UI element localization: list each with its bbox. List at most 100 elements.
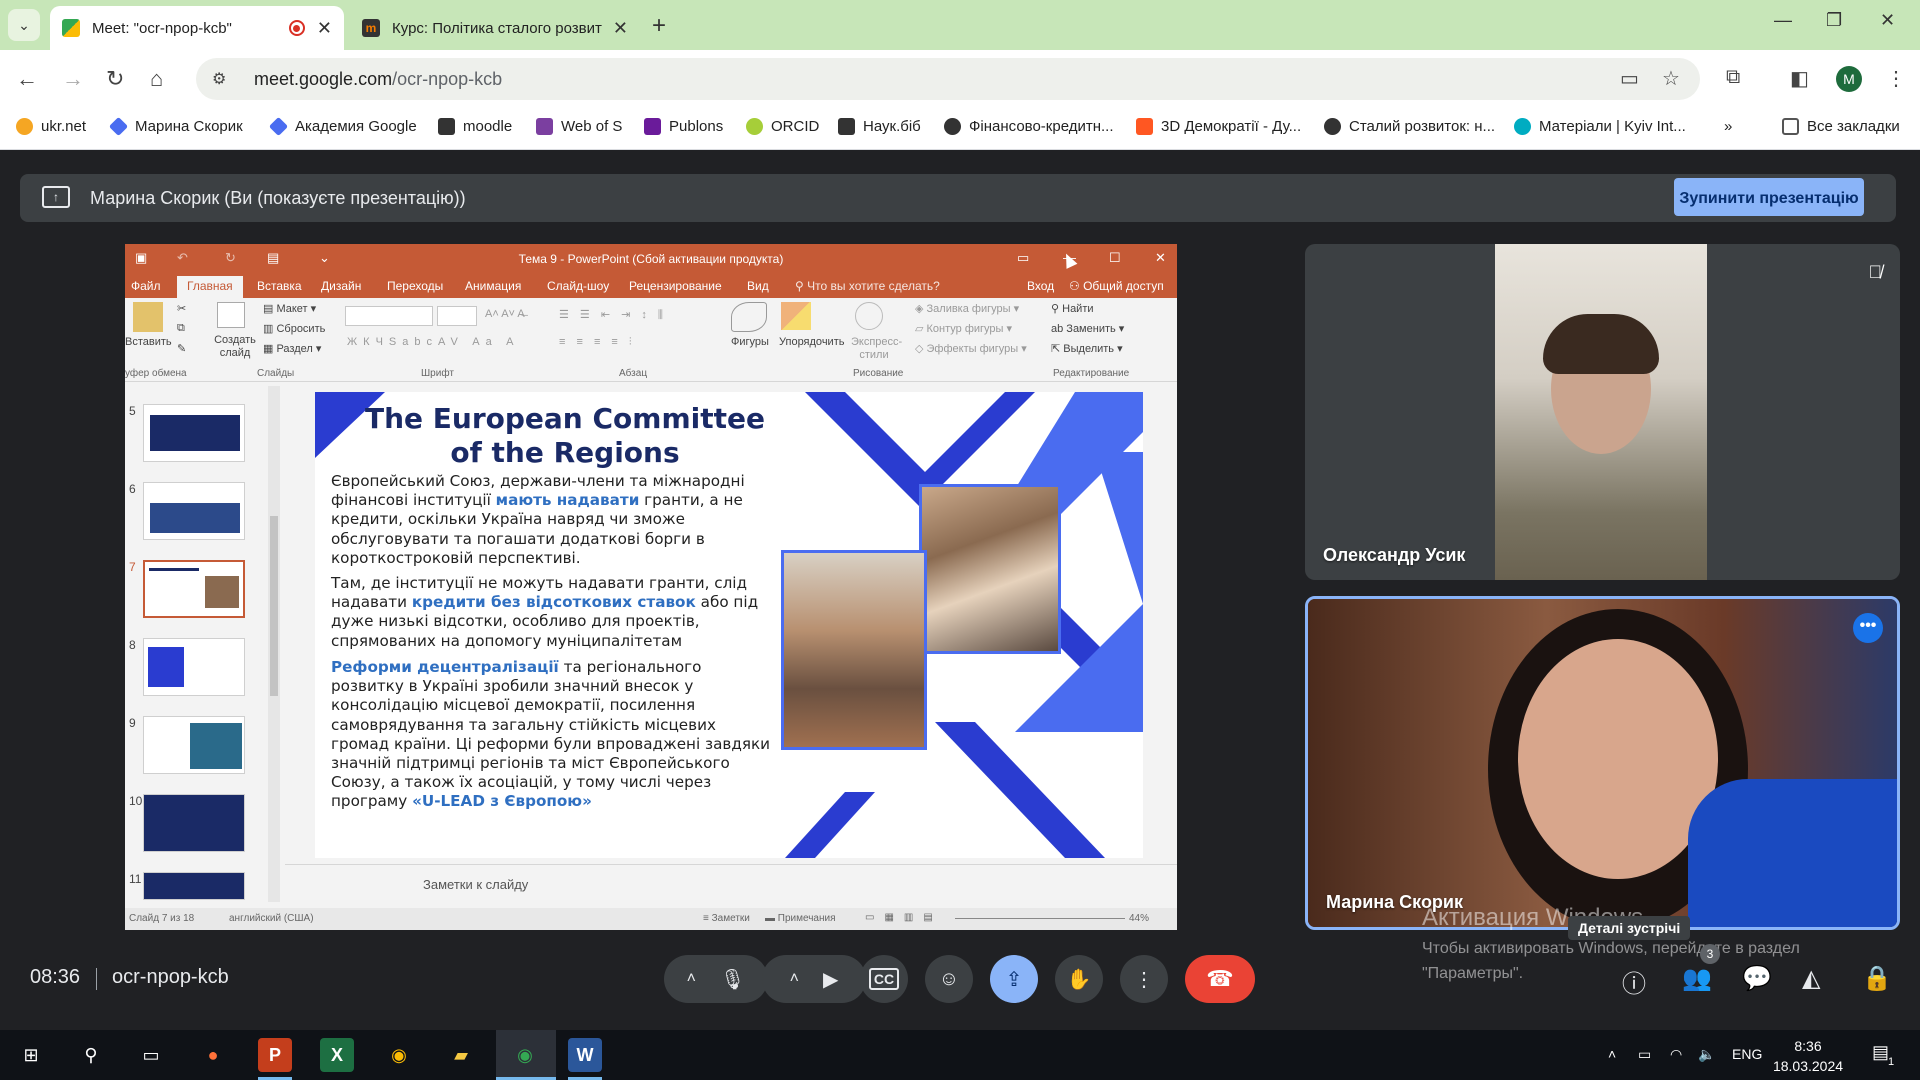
close-window-icon[interactable]: ✕ [1880,10,1895,31]
more-options-icon[interactable]: ••• [1853,613,1883,643]
microphone-icon[interactable]: 🎙 [720,967,745,992]
people-icon[interactable]: 👥 [1682,964,1712,993]
bookmark-item[interactable]: ORCID [746,118,819,135]
ppt-tab-file[interactable]: Файл [131,279,161,293]
tab-meet[interactable]: Meet: "ocr-npop-kcb" ✕ [50,6,344,50]
shape-outline-button[interactable]: ▱ Контур фигуры ▾ [915,322,1012,335]
new-slide-icon[interactable] [217,302,245,328]
stop-presenting-button[interactable]: Зупинити презентацію [1674,178,1864,216]
list-icons[interactable]: ☰ ☰ ⇤ ⇥ ↕ ⫼ [559,308,667,322]
system-clock[interactable]: 8:36 18.03.2024 [1768,1036,1848,1076]
camera-icon[interactable]: ▶ [823,967,838,992]
camera-control[interactable]: ˄ ▶ [762,955,866,1003]
file-explorer-icon[interactable]: ▰ [444,1038,478,1072]
reload-icon[interactable]: ↻ [106,66,124,92]
excel-icon[interactable]: X [320,1038,354,1072]
bookmark-item[interactable]: Web of S [536,118,622,135]
scrollbar-thumb[interactable] [270,516,278,696]
comments-toggle[interactable]: ▬ Примечания [765,913,836,924]
notes-toggle[interactable]: ≡ Заметки [703,913,750,924]
address-bar[interactable]: ⚙ meet.google.com /ocr-npop-kcb [196,58,1700,100]
mic-control[interactable]: ˄ 🎙 [664,955,768,1003]
quick-styles-button[interactable]: Экспресс-стили [851,336,902,362]
slide-thumbnail-11[interactable] [143,872,245,900]
shape-effects-button[interactable]: ◇ Эффекты фигуры ▾ [915,342,1027,355]
bookmark-item[interactable]: moodle [438,118,512,135]
tab-search-dropdown[interactable]: ⌄ [8,9,40,41]
replace-button[interactable]: ab Заменить ▾ [1051,322,1124,335]
camera-permission-icon[interactable]: ▭ [1620,66,1639,91]
chrome-icon[interactable]: ◉ [382,1038,416,1072]
bookmark-item[interactable]: Фінансово-кредитн... [944,118,1114,135]
tray-overflow-icon[interactable]: ˄ [1608,1046,1616,1062]
ppt-close-icon[interactable]: ✕ [1155,250,1166,266]
bookmark-item[interactable]: Publons [644,118,723,135]
font-size-field[interactable] [437,306,477,326]
new-slide-button[interactable]: Создать слайд [213,334,257,360]
signin-link[interactable]: Вход [1027,279,1054,293]
new-tab-button[interactable]: + [652,12,666,40]
bookmark-item[interactable]: Академия Google [268,116,417,137]
ppt-tab-transitions[interactable]: Переходы [387,279,443,293]
layout-button[interactable]: ▤ Макет ▾ [263,302,316,315]
word-icon[interactable]: W [568,1038,602,1072]
firefox-icon[interactable]: ● [196,1038,230,1072]
tab-course[interactable]: m Курс: Політика сталого розвит ✕ [350,6,640,50]
participant-tile-skoryk[interactable]: ••• Марина Скорик [1305,596,1900,930]
view-buttons-icons[interactable]: ▭▦▥▤ [865,912,943,923]
slide-thumbnail-6[interactable] [143,482,245,540]
thumbnails-scrollbar[interactable] [268,386,280,902]
bookmark-item[interactable]: Сталий розвиток: н... [1324,118,1495,135]
host-controls-icon[interactable]: 🔒 [1862,964,1892,993]
bookmark-item[interactable]: 3D Демократії - Ду... [1136,118,1301,135]
site-info-icon[interactable]: ⚙ [212,69,232,89]
back-icon[interactable]: ← [16,66,38,92]
section-button[interactable]: ▦ Раздел ▾ [263,342,321,355]
find-button[interactable]: ⚲ Найти [1051,302,1094,315]
forward-icon[interactable]: → [62,66,84,92]
ppt-maximize-icon[interactable]: ☐ [1109,250,1121,266]
arrange-button[interactable]: Упорядочить [779,336,844,348]
slide-canvas[interactable]: The European Committee of the Regions Єв… [315,392,1143,858]
restore-icon[interactable]: ❐ [1826,10,1842,31]
ppt-tab-review[interactable]: Рецензирование [629,279,722,293]
cut-icon[interactable]: ✂ [177,302,186,315]
side-panel-icon[interactable]: ◧ [1790,66,1809,91]
copy-icon[interactable]: ⧉ [177,322,185,335]
align-icons[interactable]: ≡ ≡ ≡ ≡ ⫶ [559,336,636,349]
powerpoint-icon[interactable]: P [258,1038,292,1072]
all-bookmarks[interactable]: Все закладки [1782,118,1900,135]
font-style-icons[interactable]: ЖКЧSabcAV Aa A [347,336,520,348]
share-button[interactable]: ⚇ Общий доступ [1069,279,1164,293]
slide-thumbnail-9[interactable] [143,716,245,774]
minimize-icon[interactable]: — [1774,10,1792,31]
ppt-tab-insert[interactable]: Вставка [257,279,302,293]
paste-button[interactable]: Вставить [125,336,172,348]
battery-icon[interactable]: ▭ [1638,1046,1651,1063]
leave-call-button[interactable]: ☎ [1185,955,1255,1003]
shapes-button[interactable]: Фигуры [731,336,769,348]
input-language[interactable]: ENG [1732,1046,1762,1062]
font-grow-icon[interactable]: A˄ A˅ A̶ [485,308,525,320]
ribbon-display-icon[interactable]: ▭ [1017,250,1029,266]
task-view-icon[interactable]: ▭ [134,1038,168,1072]
close-tab-icon[interactable]: ✕ [317,18,332,39]
slide-thumbnail-10[interactable] [143,794,245,852]
arrange-icon[interactable] [781,302,811,330]
notifications-icon[interactable]: ▤ [1872,1042,1889,1063]
reset-button[interactable]: ▥ Сбросить [263,322,325,335]
select-button[interactable]: ⇱ Выделить ▾ [1051,342,1123,355]
quick-styles-icon[interactable] [855,302,883,330]
volume-icon[interactable]: 🔈 [1698,1046,1715,1063]
slide-thumbnail-7[interactable] [143,560,245,618]
search-icon[interactable]: ⚲ [74,1038,108,1072]
raise-hand-button[interactable]: ✋ [1055,955,1103,1003]
participant-tile-usyk[interactable]: 🎙̸ Олександр Усик [1305,244,1900,580]
meeting-details-icon[interactable]: ⓘ [1622,964,1646,999]
menu-kebab-icon[interactable]: ⋮ [1886,66,1906,91]
bookmark-item[interactable]: ukr.net [16,118,86,135]
bookmark-item[interactable]: Матеріали | Kyiv Int... [1514,118,1686,135]
bookmark-star-icon[interactable]: ☆ [1662,66,1680,91]
close-tab-icon[interactable]: ✕ [613,18,628,39]
chrome-profile-icon[interactable]: ◉ [508,1038,542,1072]
